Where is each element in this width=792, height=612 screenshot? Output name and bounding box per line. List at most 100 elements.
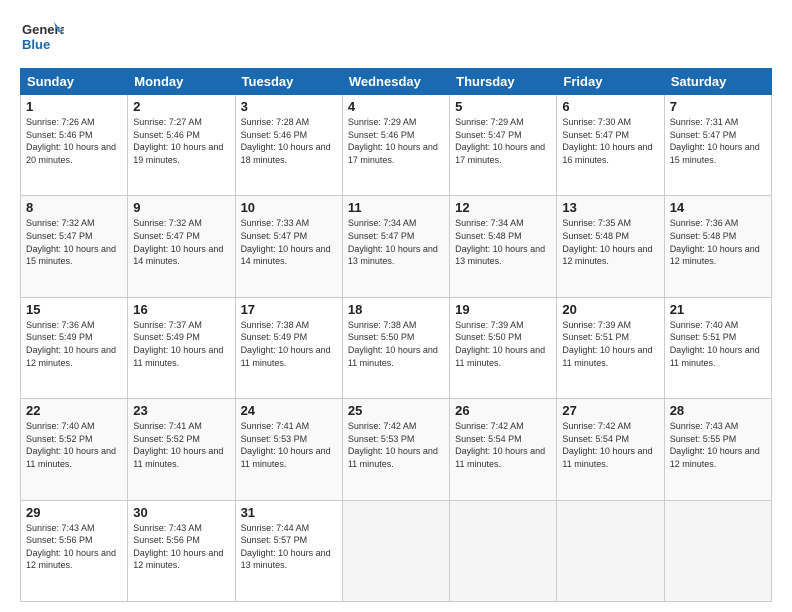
logo: General Blue [20,16,64,60]
calendar-day-cell: 12 Sunrise: 7:34 AM Sunset: 5:48 PM Dayl… [450,196,557,297]
calendar-day-cell [342,500,449,601]
logo-icon: General Blue [20,16,64,60]
day-number: 31 [241,505,337,520]
calendar-day-header: Wednesday [342,69,449,95]
day-info: Sunrise: 7:34 AM Sunset: 5:48 PM Dayligh… [455,217,551,267]
calendar-day-header: Friday [557,69,664,95]
calendar-day-cell: 15 Sunrise: 7:36 AM Sunset: 5:49 PM Dayl… [21,297,128,398]
day-number: 15 [26,302,122,317]
calendar-day-cell: 10 Sunrise: 7:33 AM Sunset: 5:47 PM Dayl… [235,196,342,297]
day-info: Sunrise: 7:39 AM Sunset: 5:51 PM Dayligh… [562,319,658,369]
calendar-header-row: SundayMondayTuesdayWednesdayThursdayFrid… [21,69,772,95]
day-number: 5 [455,99,551,114]
day-number: 26 [455,403,551,418]
calendar-day-cell [450,500,557,601]
calendar-day-cell: 20 Sunrise: 7:39 AM Sunset: 5:51 PM Dayl… [557,297,664,398]
day-info: Sunrise: 7:32 AM Sunset: 5:47 PM Dayligh… [133,217,229,267]
calendar-week-row: 8 Sunrise: 7:32 AM Sunset: 5:47 PM Dayli… [21,196,772,297]
day-number: 23 [133,403,229,418]
day-number: 27 [562,403,658,418]
calendar-day-cell: 1 Sunrise: 7:26 AM Sunset: 5:46 PM Dayli… [21,95,128,196]
calendar-day-cell: 31 Sunrise: 7:44 AM Sunset: 5:57 PM Dayl… [235,500,342,601]
day-number: 18 [348,302,444,317]
day-info: Sunrise: 7:38 AM Sunset: 5:50 PM Dayligh… [348,319,444,369]
calendar-day-header: Sunday [21,69,128,95]
day-number: 17 [241,302,337,317]
day-info: Sunrise: 7:43 AM Sunset: 5:55 PM Dayligh… [670,420,766,470]
day-number: 9 [133,200,229,215]
day-info: Sunrise: 7:29 AM Sunset: 5:46 PM Dayligh… [348,116,444,166]
day-number: 30 [133,505,229,520]
day-info: Sunrise: 7:34 AM Sunset: 5:47 PM Dayligh… [348,217,444,267]
day-number: 7 [670,99,766,114]
day-info: Sunrise: 7:37 AM Sunset: 5:49 PM Dayligh… [133,319,229,369]
calendar-day-cell: 3 Sunrise: 7:28 AM Sunset: 5:46 PM Dayli… [235,95,342,196]
calendar-week-row: 1 Sunrise: 7:26 AM Sunset: 5:46 PM Dayli… [21,95,772,196]
day-number: 11 [348,200,444,215]
calendar-day-cell: 11 Sunrise: 7:34 AM Sunset: 5:47 PM Dayl… [342,196,449,297]
calendar-day-cell: 4 Sunrise: 7:29 AM Sunset: 5:46 PM Dayli… [342,95,449,196]
calendar-day-header: Tuesday [235,69,342,95]
day-info: Sunrise: 7:29 AM Sunset: 5:47 PM Dayligh… [455,116,551,166]
calendar-day-cell: 5 Sunrise: 7:29 AM Sunset: 5:47 PM Dayli… [450,95,557,196]
day-info: Sunrise: 7:43 AM Sunset: 5:56 PM Dayligh… [26,522,122,572]
calendar-day-cell [557,500,664,601]
day-number: 16 [133,302,229,317]
calendar-day-header: Saturday [664,69,771,95]
day-number: 12 [455,200,551,215]
day-number: 20 [562,302,658,317]
calendar-day-cell: 25 Sunrise: 7:42 AM Sunset: 5:53 PM Dayl… [342,399,449,500]
day-info: Sunrise: 7:32 AM Sunset: 5:47 PM Dayligh… [26,217,122,267]
calendar-week-row: 22 Sunrise: 7:40 AM Sunset: 5:52 PM Dayl… [21,399,772,500]
calendar-day-cell: 18 Sunrise: 7:38 AM Sunset: 5:50 PM Dayl… [342,297,449,398]
calendar-day-cell: 21 Sunrise: 7:40 AM Sunset: 5:51 PM Dayl… [664,297,771,398]
header: General Blue [20,16,772,60]
calendar-day-cell: 13 Sunrise: 7:35 AM Sunset: 5:48 PM Dayl… [557,196,664,297]
day-number: 25 [348,403,444,418]
calendar-day-cell: 19 Sunrise: 7:39 AM Sunset: 5:50 PM Dayl… [450,297,557,398]
calendar-day-cell: 26 Sunrise: 7:42 AM Sunset: 5:54 PM Dayl… [450,399,557,500]
calendar-week-row: 15 Sunrise: 7:36 AM Sunset: 5:49 PM Dayl… [21,297,772,398]
day-number: 21 [670,302,766,317]
day-number: 14 [670,200,766,215]
day-info: Sunrise: 7:43 AM Sunset: 5:56 PM Dayligh… [133,522,229,572]
calendar-day-cell: 17 Sunrise: 7:38 AM Sunset: 5:49 PM Dayl… [235,297,342,398]
day-info: Sunrise: 7:35 AM Sunset: 5:48 PM Dayligh… [562,217,658,267]
day-number: 1 [26,99,122,114]
calendar-day-header: Thursday [450,69,557,95]
day-info: Sunrise: 7:40 AM Sunset: 5:51 PM Dayligh… [670,319,766,369]
calendar-day-cell: 23 Sunrise: 7:41 AM Sunset: 5:52 PM Dayl… [128,399,235,500]
day-number: 6 [562,99,658,114]
day-info: Sunrise: 7:38 AM Sunset: 5:49 PM Dayligh… [241,319,337,369]
calendar-body: 1 Sunrise: 7:26 AM Sunset: 5:46 PM Dayli… [21,95,772,602]
calendar-day-cell [664,500,771,601]
day-info: Sunrise: 7:33 AM Sunset: 5:47 PM Dayligh… [241,217,337,267]
day-info: Sunrise: 7:41 AM Sunset: 5:52 PM Dayligh… [133,420,229,470]
day-info: Sunrise: 7:28 AM Sunset: 5:46 PM Dayligh… [241,116,337,166]
calendar-table: SundayMondayTuesdayWednesdayThursdayFrid… [20,68,772,602]
calendar-day-cell: 2 Sunrise: 7:27 AM Sunset: 5:46 PM Dayli… [128,95,235,196]
day-info: Sunrise: 7:31 AM Sunset: 5:47 PM Dayligh… [670,116,766,166]
day-info: Sunrise: 7:36 AM Sunset: 5:49 PM Dayligh… [26,319,122,369]
calendar-day-cell: 7 Sunrise: 7:31 AM Sunset: 5:47 PM Dayli… [664,95,771,196]
day-info: Sunrise: 7:41 AM Sunset: 5:53 PM Dayligh… [241,420,337,470]
day-info: Sunrise: 7:42 AM Sunset: 5:53 PM Dayligh… [348,420,444,470]
calendar-day-cell: 30 Sunrise: 7:43 AM Sunset: 5:56 PM Dayl… [128,500,235,601]
day-info: Sunrise: 7:42 AM Sunset: 5:54 PM Dayligh… [455,420,551,470]
day-info: Sunrise: 7:42 AM Sunset: 5:54 PM Dayligh… [562,420,658,470]
day-info: Sunrise: 7:40 AM Sunset: 5:52 PM Dayligh… [26,420,122,470]
day-number: 22 [26,403,122,418]
day-info: Sunrise: 7:26 AM Sunset: 5:46 PM Dayligh… [26,116,122,166]
calendar-day-cell: 27 Sunrise: 7:42 AM Sunset: 5:54 PM Dayl… [557,399,664,500]
calendar-day-cell: 8 Sunrise: 7:32 AM Sunset: 5:47 PM Dayli… [21,196,128,297]
day-number: 13 [562,200,658,215]
day-info: Sunrise: 7:27 AM Sunset: 5:46 PM Dayligh… [133,116,229,166]
calendar-day-cell: 29 Sunrise: 7:43 AM Sunset: 5:56 PM Dayl… [21,500,128,601]
day-number: 2 [133,99,229,114]
day-number: 28 [670,403,766,418]
day-info: Sunrise: 7:30 AM Sunset: 5:47 PM Dayligh… [562,116,658,166]
day-number: 19 [455,302,551,317]
day-number: 4 [348,99,444,114]
day-number: 24 [241,403,337,418]
day-number: 10 [241,200,337,215]
